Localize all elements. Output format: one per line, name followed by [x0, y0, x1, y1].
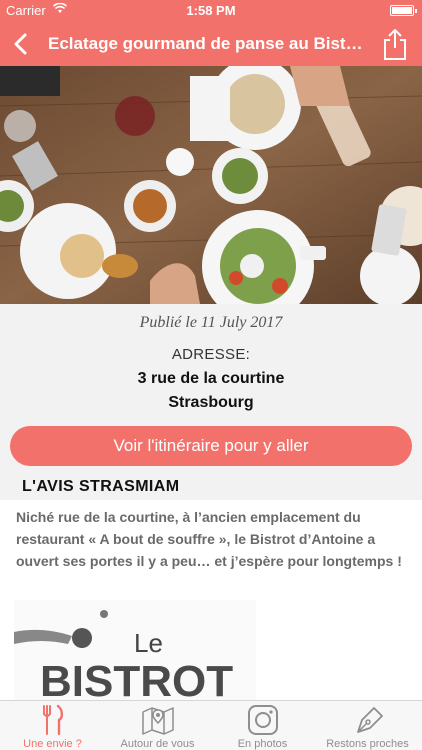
route-button[interactable]: Voir l'itinéraire pour y aller: [10, 426, 412, 466]
navigation-bar: Eclatage gourmand de panse au Bistrot d'…: [0, 22, 422, 66]
tab-autour-de-vous[interactable]: Autour de vous: [105, 701, 210, 750]
hero-photo: [0, 66, 422, 304]
chevron-left-icon: [14, 33, 27, 55]
review-article: Niché rue de la courtine, à l’ancien emp…: [0, 500, 422, 700]
back-button[interactable]: [6, 28, 38, 60]
tab-restons-proches[interactable]: Restons proches: [315, 701, 420, 750]
logo-bistrot: BISTROT: [40, 657, 233, 700]
share-icon: [384, 29, 406, 60]
status-bar: Carrier 1:58 PM: [0, 0, 422, 22]
review-title: L'AVIS STRASMIAM: [22, 478, 180, 495]
battery-icon: [390, 5, 417, 16]
published-date: Publié le 11 July 2017: [139, 314, 283, 331]
address-label: ADRESSE:: [171, 346, 251, 363]
post-content: Publié le 11 July 2017 ADRESSE: 3 rue de…: [0, 304, 422, 700]
tab-label: Restons proches: [326, 738, 409, 750]
tab-label: En photos: [237, 738, 288, 750]
tab-en-photos[interactable]: En photos: [210, 701, 315, 750]
map-icon: [142, 707, 174, 735]
fork-knife-icon: [43, 704, 64, 736]
page-title: Eclatage gourmand de panse au Bistrot d'…: [48, 34, 366, 53]
review-text: Niché rue de la courtine, à l’ancien emp…: [16, 509, 402, 569]
tab-bar: Une envie ? Autour de vous En photos Res…: [0, 700, 422, 750]
tab-label: Autour de vous: [120, 738, 195, 750]
status-time: 1:58 PM: [186, 3, 236, 18]
pen-nib-icon: [357, 707, 383, 733]
share-button[interactable]: [378, 26, 412, 62]
restaurant-logo: Le BISTROT: [14, 600, 256, 700]
tab-une-envie[interactable]: Une envie ?: [0, 701, 105, 750]
camera-icon: [248, 705, 278, 735]
address-city: Strasbourg: [168, 394, 254, 411]
logo-le: Le: [134, 628, 163, 658]
address-street: 3 rue de la courtine: [137, 370, 285, 387]
tab-label: Une envie ?: [23, 738, 82, 750]
